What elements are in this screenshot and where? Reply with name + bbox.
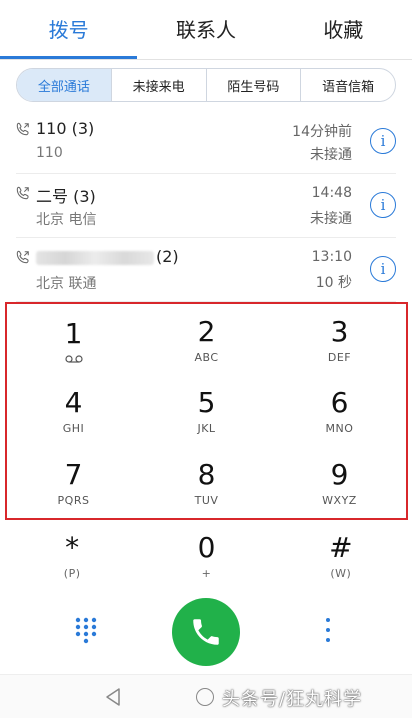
key-digit: * xyxy=(65,530,80,564)
key-digit: 3 xyxy=(330,315,349,349)
key-4[interactable]: 4 GHI xyxy=(7,375,140,446)
key-letters: WXYZ xyxy=(322,493,357,507)
key-letters: MNO xyxy=(325,422,354,436)
key-star[interactable]: * (P) xyxy=(5,524,139,586)
call-name: 110 (3) xyxy=(36,119,95,138)
dial-keypad-bottom-row: * (P) 0 + # (W) xyxy=(5,524,408,586)
call-log-item[interactable]: 110 (3) 110 14分钟前 未接通 i xyxy=(16,110,396,174)
call-subtitle: 北京 联通 xyxy=(36,276,97,292)
call-time: 13:10 xyxy=(311,249,352,265)
key-digit: 7 xyxy=(64,457,83,491)
call-log-item[interactable]: 二号 (3) 北京 电信 14:48 未接通 i xyxy=(16,174,396,238)
key-5[interactable]: 5 JKL xyxy=(140,375,273,446)
tab-dialer[interactable]: 拨号 xyxy=(0,0,138,59)
phone-icon xyxy=(193,619,219,645)
key-letters: JKL xyxy=(197,422,216,436)
key-0[interactable]: 0 + xyxy=(139,524,273,586)
call-subtitle: 北京 电信 xyxy=(36,212,97,228)
redacted-number xyxy=(36,250,154,265)
back-icon[interactable] xyxy=(104,687,122,707)
info-icon[interactable]: i xyxy=(370,256,396,282)
system-nav-bar: 头条号/狂丸科学 xyxy=(0,674,412,718)
key-digit: 0 xyxy=(197,530,216,564)
watermark-text: 头条号/狂丸科学 xyxy=(222,689,363,710)
key-2[interactable]: 2 ABC xyxy=(140,304,273,375)
key-letters: ABC xyxy=(194,351,219,365)
more-options-icon[interactable] xyxy=(318,614,338,646)
call-count: (2) xyxy=(156,247,179,266)
dialpad-toggle-icon[interactable] xyxy=(74,616,98,646)
top-tab-bar: 拨号 联系人 收藏 xyxy=(0,0,412,60)
key-9[interactable]: 9 WXYZ xyxy=(273,447,406,518)
key-digit: 6 xyxy=(330,386,349,420)
key-digit: 1 xyxy=(64,316,83,350)
key-1[interactable]: 1 xyxy=(7,304,140,375)
call-time: 14分钟前 xyxy=(292,124,352,140)
dialer-action-bar xyxy=(0,592,412,668)
key-hash[interactable]: # (W) xyxy=(274,524,408,586)
outgoing-call-icon xyxy=(16,122,29,136)
call-log-item[interactable]: (2) 北京 联通 13:10 10 秒 i xyxy=(16,238,396,302)
call-status: 未接通 xyxy=(310,211,352,227)
call-filter-segmented-control: 全部通话 未接来电 陌生号码 语音信箱 xyxy=(16,68,396,102)
key-letters: (W) xyxy=(330,566,352,580)
key-letters: PQRS xyxy=(57,493,90,507)
key-letters: GHI xyxy=(62,422,85,436)
call-status: 10 秒 xyxy=(315,275,352,291)
call-status: 未接通 xyxy=(310,147,352,163)
key-digit: 8 xyxy=(197,457,216,491)
key-letters: (P) xyxy=(63,566,81,580)
voicemail-icon xyxy=(64,355,83,363)
home-icon[interactable] xyxy=(196,688,214,706)
call-log-list: 110 (3) 110 14分钟前 未接通 i 二号 (3) 北京 电信 14:… xyxy=(0,110,412,302)
key-3[interactable]: 3 DEF xyxy=(273,304,406,375)
call-button[interactable] xyxy=(172,598,240,666)
call-time: 14:48 xyxy=(311,185,352,201)
key-letters: + xyxy=(201,566,212,580)
key-digit: 2 xyxy=(197,315,216,349)
key-7[interactable]: 7 PQRS xyxy=(7,447,140,518)
filter-all-calls[interactable]: 全部通话 xyxy=(17,69,111,101)
key-8[interactable]: 8 TUV xyxy=(140,447,273,518)
key-digit: 9 xyxy=(330,457,349,491)
key-digit: # xyxy=(329,530,353,564)
filter-unknown-numbers[interactable]: 陌生号码 xyxy=(205,69,301,101)
key-letters: DEF xyxy=(327,351,352,365)
call-subtitle: 110 xyxy=(36,145,63,161)
key-digit: 4 xyxy=(64,386,83,420)
key-letters: TUV xyxy=(194,493,219,507)
outgoing-call-icon xyxy=(16,250,29,264)
info-icon[interactable]: i xyxy=(370,128,396,154)
filter-voicemail[interactable]: 语音信箱 xyxy=(300,69,395,101)
call-name: 二号 (3) xyxy=(36,187,96,206)
tab-favorites[interactable]: 收藏 xyxy=(275,0,412,59)
dial-keypad: 1 2 ABC 3 DEF 4 GHI 5 JKL 6 MNO 7 PQRS 8 TUV 9 W… xyxy=(5,302,408,520)
call-name: (2) xyxy=(36,247,179,266)
key-digit: 5 xyxy=(197,386,216,420)
tab-contacts[interactable]: 联系人 xyxy=(137,0,274,59)
info-icon[interactable]: i xyxy=(370,192,396,218)
filter-missed-calls[interactable]: 未接来电 xyxy=(110,69,206,101)
outgoing-call-icon xyxy=(16,186,29,200)
key-6[interactable]: 6 MNO xyxy=(273,375,406,446)
